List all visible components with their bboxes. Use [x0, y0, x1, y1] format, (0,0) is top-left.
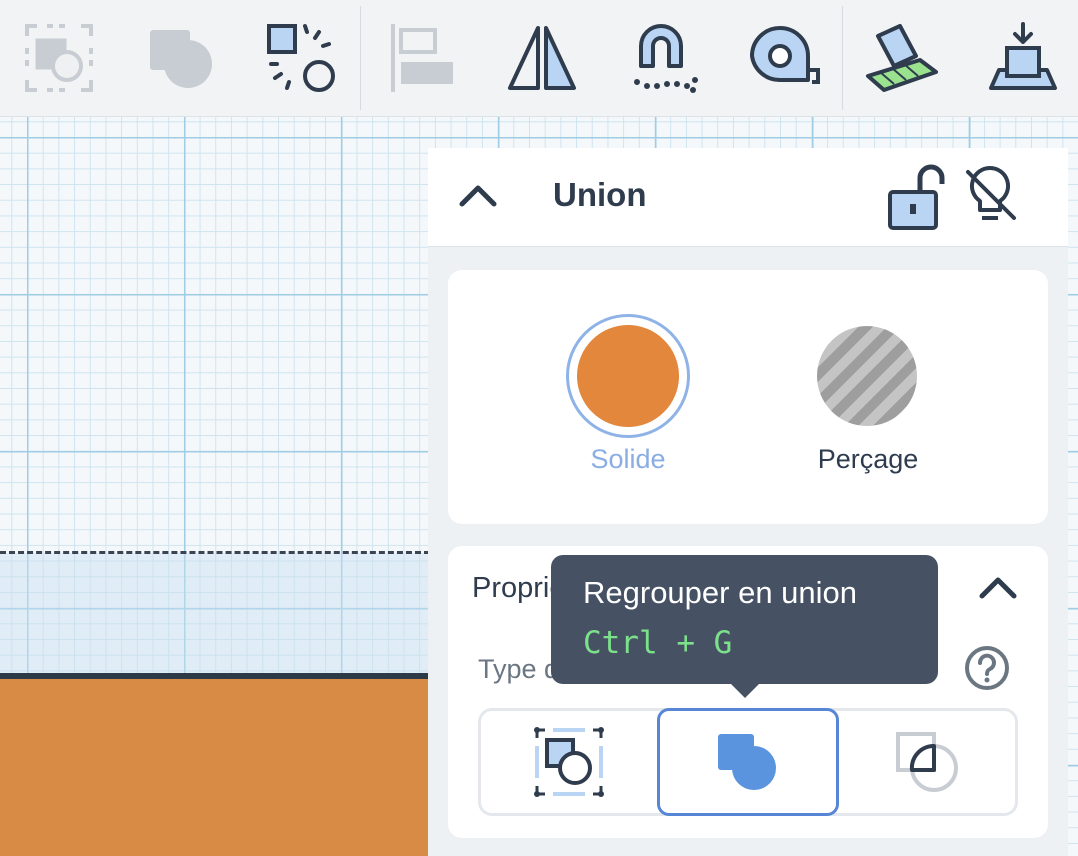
group-outline-icon	[533, 727, 604, 797]
group-icon	[25, 24, 93, 92]
union-icon	[718, 734, 776, 790]
solid-mode-swatch[interactable]	[566, 314, 690, 438]
inspector-header: Union	[428, 148, 1068, 247]
hole-label[interactable]: Perçage	[788, 444, 948, 475]
solid-color-fill	[577, 325, 679, 427]
tooltip-title: Regrouper en union	[583, 575, 858, 610]
snap-button[interactable]	[623, 18, 703, 98]
inspector-panel: Union Solide Perçage Propriétés Type de …	[428, 148, 1068, 856]
mirror-icon	[508, 26, 576, 90]
cruise-shapes-icon	[267, 24, 335, 92]
union-option[interactable]	[657, 708, 839, 816]
selection-shadow	[0, 553, 430, 675]
magnet-icon	[634, 24, 698, 93]
collapse-chevron-icon[interactable]	[978, 570, 1018, 606]
collapse-chevron-icon[interactable]	[458, 178, 498, 214]
group-button[interactable]	[19, 18, 99, 98]
toolbar-divider	[842, 6, 843, 110]
import-icon	[989, 22, 1057, 90]
shape-mode-card: Solide Perçage	[448, 270, 1048, 524]
workplane-button[interactable]	[862, 18, 942, 98]
unlock-icon[interactable]	[886, 162, 946, 232]
group-outline-option[interactable]	[481, 711, 656, 813]
ruler-tape-icon	[750, 26, 820, 84]
toolbar-divider	[360, 6, 361, 110]
selection-outline	[0, 551, 430, 554]
hole-mode-swatch[interactable]	[817, 326, 917, 426]
solid-label[interactable]: Solide	[558, 444, 698, 475]
ungroup-icon	[150, 30, 212, 88]
workplane-icon	[866, 24, 938, 92]
main-toolbar	[0, 0, 1078, 117]
group-type-selector	[478, 708, 1018, 816]
import-button[interactable]	[983, 18, 1063, 98]
mirror-button[interactable]	[502, 18, 582, 98]
union-shape[interactable]	[0, 679, 430, 856]
intersect-option[interactable]	[841, 711, 1015, 813]
ungroup-button[interactable]	[140, 18, 220, 98]
help-icon[interactable]	[963, 644, 1011, 692]
intersect-icon	[896, 732, 958, 792]
align-button[interactable]	[381, 18, 461, 98]
align-icon	[391, 24, 453, 92]
union-tooltip: Regrouper en union Ctrl + G	[551, 555, 938, 698]
cruise-button[interactable]	[261, 18, 341, 98]
ruler-button[interactable]	[744, 18, 824, 98]
inspector-title: Union	[553, 176, 647, 213]
hide-bulb-icon[interactable]	[960, 162, 1020, 232]
tooltip-shortcut: Ctrl + G	[583, 625, 733, 661]
